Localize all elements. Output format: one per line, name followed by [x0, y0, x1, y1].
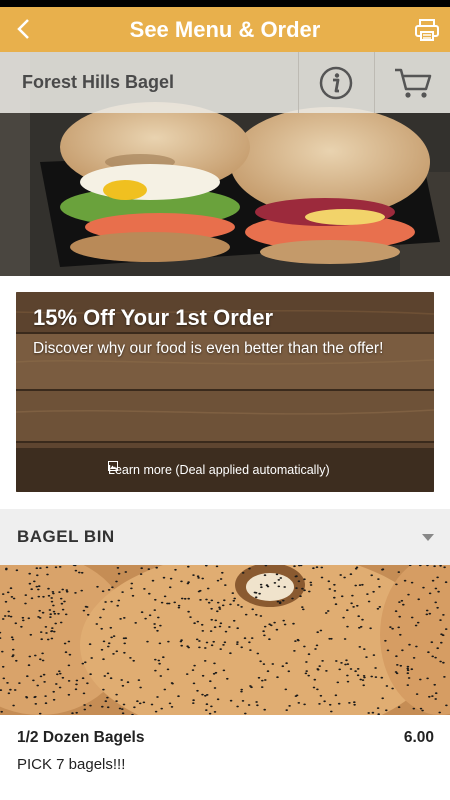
status-bar	[0, 0, 450, 7]
restaurant-name: Forest Hills Bagel	[22, 72, 175, 92]
menu-item-description: PICK 7 bagels!!!	[17, 756, 126, 773]
learn-more-bar[interactable]: Learn more (Deal applied automatically)	[16, 448, 434, 492]
printer-icon[interactable]	[412, 15, 442, 45]
menu-item-price: 6.00	[403, 729, 434, 746]
menu-section-header[interactable]: BAGEL BIN	[0, 509, 450, 565]
restaurant-bar: Forest Hills Bagel	[0, 52, 450, 113]
page-title: See Menu & Order	[129, 17, 321, 42]
caret-down-icon[interactable]	[422, 534, 434, 542]
divider	[298, 52, 299, 113]
section-title: BAGEL BIN	[17, 527, 115, 546]
cart-icon[interactable]	[393, 65, 433, 101]
promo-banner[interactable]: 15% Off Your 1st Order Discover why our …	[16, 292, 434, 492]
menu-item-name[interactable]: 1/2 Dozen Bagels	[17, 729, 145, 747]
info-icon[interactable]	[318, 65, 354, 101]
app-bar: See Menu & Order	[0, 7, 450, 52]
learn-more-link[interactable]: Learn more (Deal applied automatically)	[108, 463, 330, 477]
divider	[374, 52, 375, 113]
promo-subtext: Discover why our food is even better tha…	[33, 340, 384, 357]
image-icon	[108, 461, 118, 471]
menu-item-image[interactable]	[0, 565, 450, 715]
promo-headline: 15% Off Your 1st Order	[33, 305, 274, 330]
